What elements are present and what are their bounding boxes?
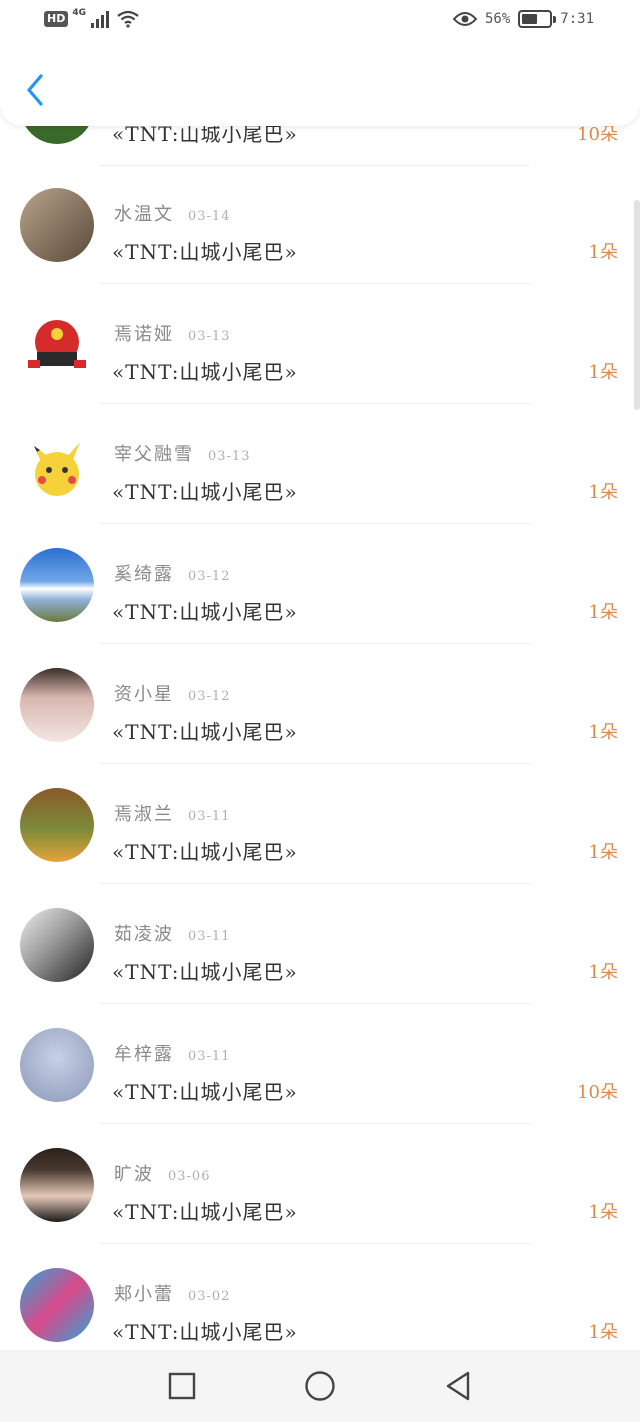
date: 03-02 [188, 1289, 231, 1304]
avatar [20, 668, 94, 742]
date: 03-11 [188, 929, 231, 944]
gift-title: «TNT:山城小尾巴» [112, 480, 298, 504]
battery-level [522, 14, 538, 24]
user-name: 牟梓露 03-11 [114, 1044, 231, 1065]
list-item[interactable]: 旷波 03-06 «TNT:山城小尾巴» 1朵 [0, 1124, 640, 1244]
gift-count: 10朵 [577, 1082, 618, 1103]
avatar [20, 1148, 94, 1222]
user-name: 旷波 03-06 [114, 1164, 211, 1185]
list-item[interactable]: 资小星 03-12 «TNT:山城小尾巴» 1朵 [0, 644, 640, 764]
avatar [20, 428, 94, 502]
back-button[interactable] [20, 70, 50, 110]
pikachu-icon [34, 442, 80, 496]
user-name: 茹凌波 03-11 [114, 924, 231, 945]
user-name: 宰父融雪 03-13 [114, 444, 251, 465]
date: 03-13 [188, 329, 231, 344]
user-name: 郏小蕾 03-02 [114, 1284, 231, 1305]
user-name: 资小星 03-12 [114, 684, 231, 705]
date: 03-12 [188, 569, 231, 584]
avatar [20, 308, 94, 382]
avatar [20, 1028, 94, 1102]
gift-count: 1朵 [588, 842, 618, 863]
avatar [20, 548, 94, 622]
gift-count: 1朵 [588, 602, 618, 623]
avatar [20, 188, 94, 262]
gift-title: «TNT:山城小尾巴» [112, 1080, 298, 1104]
circle-icon [305, 1371, 335, 1401]
avatar [20, 908, 94, 982]
hd-badge: HD [44, 11, 69, 27]
date: 03-12 [188, 689, 231, 704]
gift-count: 1朵 [588, 1202, 618, 1223]
gift-count: 1朵 [588, 482, 618, 503]
list-item[interactable]: 宰父融雪 03-13 «TNT:山城小尾巴» 1朵 [0, 404, 640, 524]
date: 03-06 [168, 1169, 211, 1184]
list-item[interactable]: 牟梓露 03-11 «TNT:山城小尾巴» 10朵 [0, 1004, 640, 1124]
gift-title: «TNT:山城小尾巴» [112, 1200, 298, 1224]
gift-title: «TNT:山城小尾巴» [112, 960, 298, 984]
list-item[interactable]: 水温文 03-14 «TNT:山城小尾巴» 1朵 [0, 164, 640, 284]
date: 03-14 [188, 209, 231, 224]
gift-count: 1朵 [588, 362, 618, 383]
date: 03-11 [188, 809, 231, 824]
eye-icon [452, 12, 477, 26]
gift-title: «TNT:山城小尾巴» [112, 840, 298, 864]
gift-title: «TNT:山城小尾巴» [112, 240, 298, 264]
system-back-button[interactable] [438, 1366, 478, 1406]
scrollbar[interactable] [634, 200, 640, 410]
home-button[interactable] [300, 1366, 340, 1406]
gift-count: 1朵 [588, 242, 618, 263]
red-hat-icon [28, 320, 86, 368]
list-item[interactable]: 郏小蕾 03-02 «TNT:山城小尾巴» 1朵 [0, 1244, 640, 1364]
date: 03-11 [188, 1049, 231, 1064]
gift-title: «TNT:山城小尾巴» [112, 600, 298, 624]
user-name: 水温文 03-14 [114, 204, 231, 225]
recent-apps-button[interactable] [162, 1366, 202, 1406]
list-item[interactable]: 茹凌波 03-11 «TNT:山城小尾巴» 1朵 [0, 884, 640, 1004]
system-nav-bar [0, 1350, 640, 1422]
status-bar: HD 4G 56% 7:31 [0, 0, 640, 44]
signal-icon [91, 11, 109, 28]
gift-title: «TNT:山城小尾巴» [112, 1320, 298, 1344]
user-name: 焉淑兰 03-11 [114, 804, 231, 825]
list-item[interactable]: 焉淑兰 03-11 «TNT:山城小尾巴» 1朵 [0, 764, 640, 884]
avatar [20, 1268, 94, 1342]
wifi-icon [117, 10, 139, 28]
list-item[interactable]: 焉诺娅 03-13 «TNT:山城小尾巴» 1朵 [0, 284, 640, 404]
network-type: 4G [72, 8, 86, 18]
gift-count: 1朵 [588, 722, 618, 743]
date: 03-13 [208, 449, 251, 464]
avatar [20, 788, 94, 862]
gift-count: 1朵 [588, 962, 618, 983]
triangle-back-icon [446, 1371, 470, 1401]
list-item[interactable]: 奚绮露 03-12 «TNT:山城小尾巴» 1朵 [0, 524, 640, 644]
square-icon [168, 1372, 196, 1400]
clock: 7:31 [560, 11, 594, 27]
gift-count: 1朵 [588, 1322, 618, 1343]
battery-icon [518, 10, 557, 28]
gift-title: «TNT:山城小尾巴» [112, 360, 298, 384]
chevron-left-icon [27, 74, 43, 106]
battery-percent: 56% [484, 11, 511, 27]
user-name: 焉诺娅 03-13 [114, 324, 231, 345]
gift-title: «TNT:山城小尾巴» [112, 720, 298, 744]
user-name: 奚绮露 03-12 [114, 564, 231, 585]
